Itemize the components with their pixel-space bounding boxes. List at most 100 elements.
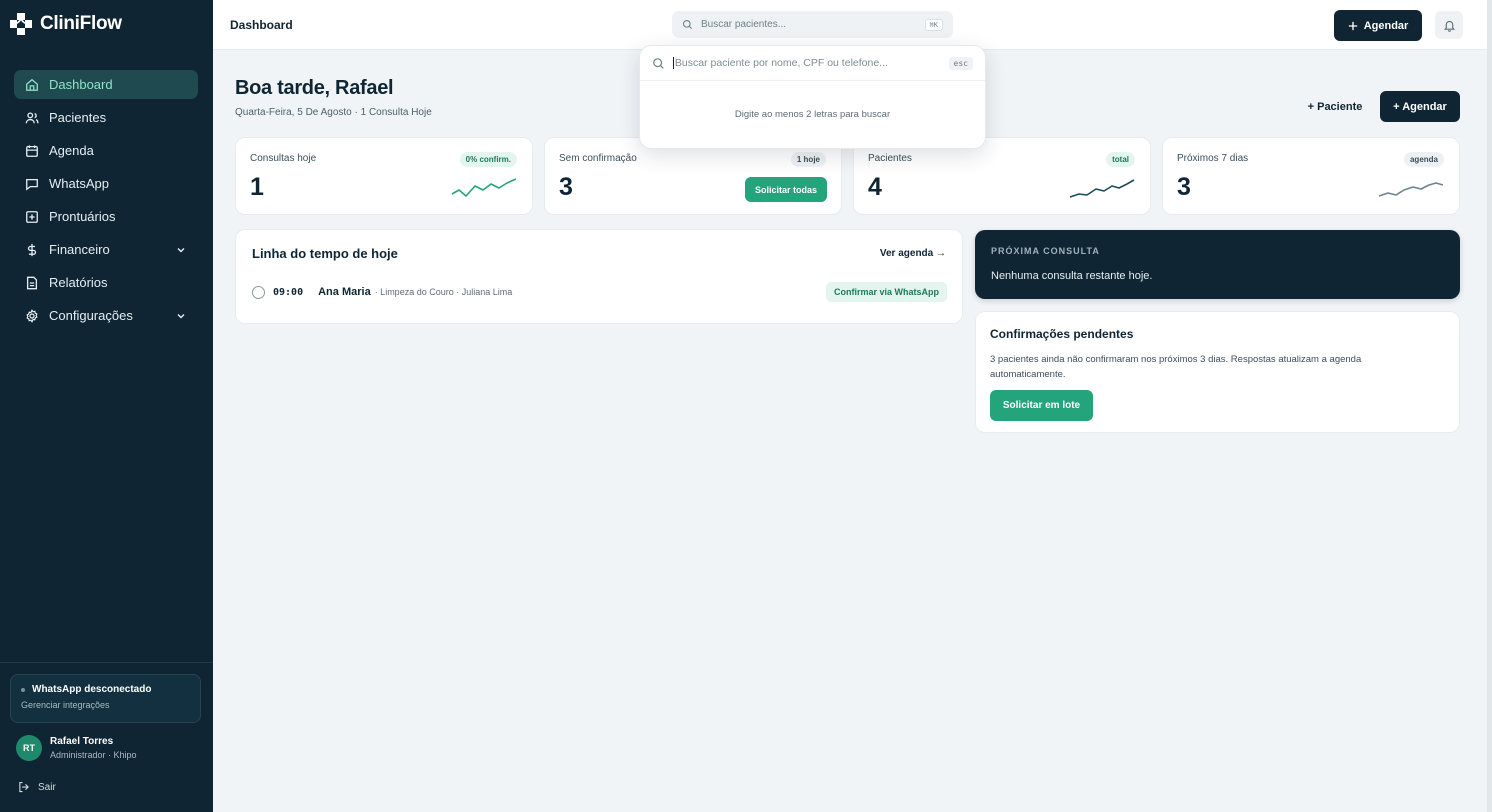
search-bar[interactable]: Buscar pacientes... ⌘K — [672, 11, 953, 38]
pending-title: Confirmações pendentes — [990, 327, 1134, 341]
user-profile[interactable]: RT Rafael Torres Administrador · Khipo — [16, 735, 137, 761]
stat-card-proximos-7-dias: Próximos 7 dias 3 agenda — [1162, 137, 1460, 215]
sidebar-item-pacientes[interactable]: Pacientes — [14, 103, 198, 132]
user-name: Rafael Torres — [50, 736, 114, 747]
next-appointment-title: PRÓXIMA CONSULTA — [991, 246, 1100, 256]
stat-label: Pacientes — [868, 153, 912, 164]
esc-key-hint: esc — [948, 56, 973, 70]
sidebar-item-label: Financeiro — [49, 242, 110, 257]
sidebar: CliniFlow Dashboard Pacientes Agenda Wha… — [0, 0, 213, 812]
page-title: Boa tarde, Rafael — [235, 77, 394, 99]
sparkline-icon — [451, 178, 517, 197]
stat-value: 1 — [250, 173, 264, 201]
patient-search-input[interactable] — [672, 57, 941, 69]
request-all-button[interactable]: Solicitar todas — [745, 177, 827, 202]
pending-confirmations-card: Confirmações pendentes 3 pacientes ainda… — [975, 311, 1460, 433]
pending-description: 3 pacientes ainda não confirmaram nos pr… — [990, 354, 1362, 380]
sidebar-item-relatorios[interactable]: Relatórios — [14, 268, 198, 297]
next-appointment-card: PRÓXIMA CONSULTA Nenhuma consulta restan… — [975, 230, 1460, 299]
sidebar-item-whatsapp[interactable]: WhatsApp — [14, 169, 198, 198]
sidebar-item-dashboard[interactable]: Dashboard — [14, 70, 198, 99]
search-dropdown-input-row: esc — [640, 46, 985, 81]
timeline-card: Linha do tempo de hoje Ver agenda → 09:0… — [235, 229, 963, 324]
view-agenda-link[interactable]: Ver agenda → — [880, 248, 946, 259]
users-icon — [25, 111, 39, 123]
agendar-label: Agendar — [1363, 19, 1409, 32]
stat-label: Sem confirmação — [559, 153, 637, 164]
timeline-title: Linha do tempo de hoje — [252, 246, 398, 261]
sidebar-item-financeiro[interactable]: Financeiro — [14, 235, 198, 264]
chevron-down-icon[interactable] — [175, 310, 187, 322]
next-appointment-message: Nenhuma consulta restante hoje. — [991, 270, 1153, 282]
manage-integrations-link[interactable]: Gerenciar integrações — [21, 700, 190, 710]
scrollbar[interactable] — [1487, 0, 1492, 812]
sidebar-item-prontuarios[interactable]: Prontuários — [14, 202, 198, 231]
sidebar-item-label: Relatórios — [49, 275, 108, 290]
stat-label: Consultas hoje — [250, 153, 317, 164]
sidebar-item-label: Dashboard — [49, 77, 113, 92]
sidebar-item-label: WhatsApp — [49, 176, 109, 191]
logout-label: Sair — [38, 781, 56, 793]
search-placeholder: Buscar pacientes... — [701, 19, 787, 30]
timeline-row[interactable]: 09:00 Ana Maria · Limpeza do Couro · Jul… — [252, 282, 947, 302]
brand-name: CliniFlow — [40, 13, 122, 34]
agendar-button[interactable]: Agendar — [1334, 10, 1422, 41]
chat-icon — [26, 178, 38, 191]
status-badge: agenda — [1403, 152, 1444, 167]
logo[interactable]: CliniFlow — [8, 11, 122, 37]
chevron-down-icon[interactable] — [175, 244, 187, 256]
stat-card-consultas-hoje: Consultas hoje 1 0% confirm. — [235, 137, 533, 215]
sidebar-item-label: Pacientes — [49, 110, 107, 125]
search-dropdown: esc Digite ao menos 2 letras para buscar — [639, 45, 986, 149]
schedule-button[interactable]: + Agendar — [1380, 91, 1460, 122]
cross-logo-icon — [10, 13, 32, 35]
appointment-time: 09:00 — [273, 286, 304, 298]
sidebar-item-label: Prontuários — [49, 209, 116, 224]
logout-icon — [19, 781, 29, 793]
request-batch-button[interactable]: Solicitar em lote — [990, 390, 1093, 421]
status-badge: total — [1106, 152, 1135, 167]
plus-square-icon — [26, 210, 38, 223]
breadcrumb: Dashboard — [230, 18, 293, 32]
stat-value: 3 — [1177, 173, 1191, 201]
bell-icon — [1443, 20, 1455, 32]
logout-button[interactable]: Sair — [18, 781, 56, 793]
whatsapp-status: WhatsApp desconectado — [21, 684, 190, 695]
stat-value: 4 — [868, 173, 882, 201]
gear-icon — [26, 308, 38, 323]
add-patient-button[interactable]: + Paciente — [1300, 91, 1370, 122]
whatsapp-status-card[interactable]: WhatsApp desconectado Gerenciar integraç… — [10, 674, 201, 723]
search-icon — [682, 19, 693, 30]
search-icon — [653, 57, 664, 69]
radio-circle-icon[interactable] — [252, 285, 265, 299]
search-hint: Digite ao menos 2 letras para buscar — [734, 109, 891, 120]
stat-value: 3 — [559, 173, 573, 201]
status-dot-icon — [21, 687, 25, 692]
sidebar-divider — [0, 662, 213, 663]
status-badge: 0% confirm. — [459, 152, 517, 167]
sidebar-item-label: Agenda — [49, 143, 94, 158]
appointment-details: · Limpeza do Couro · Juliana Lima — [374, 287, 513, 297]
topbar: Dashboard Buscar pacientes... ⌘K Agendar — [213, 0, 1492, 50]
status-badge: 1 hoje — [790, 152, 826, 167]
whatsapp-status-title: WhatsApp desconectado — [32, 684, 152, 695]
stat-label: Próximos 7 dias — [1177, 153, 1249, 164]
patient-name: Ana Maria — [318, 286, 371, 298]
notifications-button[interactable] — [1435, 11, 1463, 39]
dollar-icon — [27, 243, 37, 256]
calendar-icon — [26, 144, 38, 157]
confirm-whatsapp-button[interactable]: Confirmar via WhatsApp — [825, 282, 947, 302]
home-icon — [26, 78, 38, 91]
sidebar-item-configuracoes[interactable]: Configurações — [14, 301, 198, 330]
page-subtitle: Quarta-Feira, 5 De Agosto · 1 Consulta H… — [235, 107, 432, 118]
avatar: RT — [16, 735, 42, 761]
sidebar-item-label: Configurações — [49, 308, 133, 323]
plus-icon — [1348, 21, 1357, 30]
sparkline-icon — [1069, 179, 1135, 198]
search-shortcut: ⌘K — [924, 18, 943, 31]
user-role: Administrador · Khipo — [50, 750, 137, 760]
sparkline-icon — [1378, 182, 1444, 197]
sidebar-nav: Dashboard Pacientes Agenda WhatsApp Pron… — [14, 70, 198, 334]
file-icon — [26, 276, 38, 289]
sidebar-item-agenda[interactable]: Agenda — [14, 136, 198, 165]
